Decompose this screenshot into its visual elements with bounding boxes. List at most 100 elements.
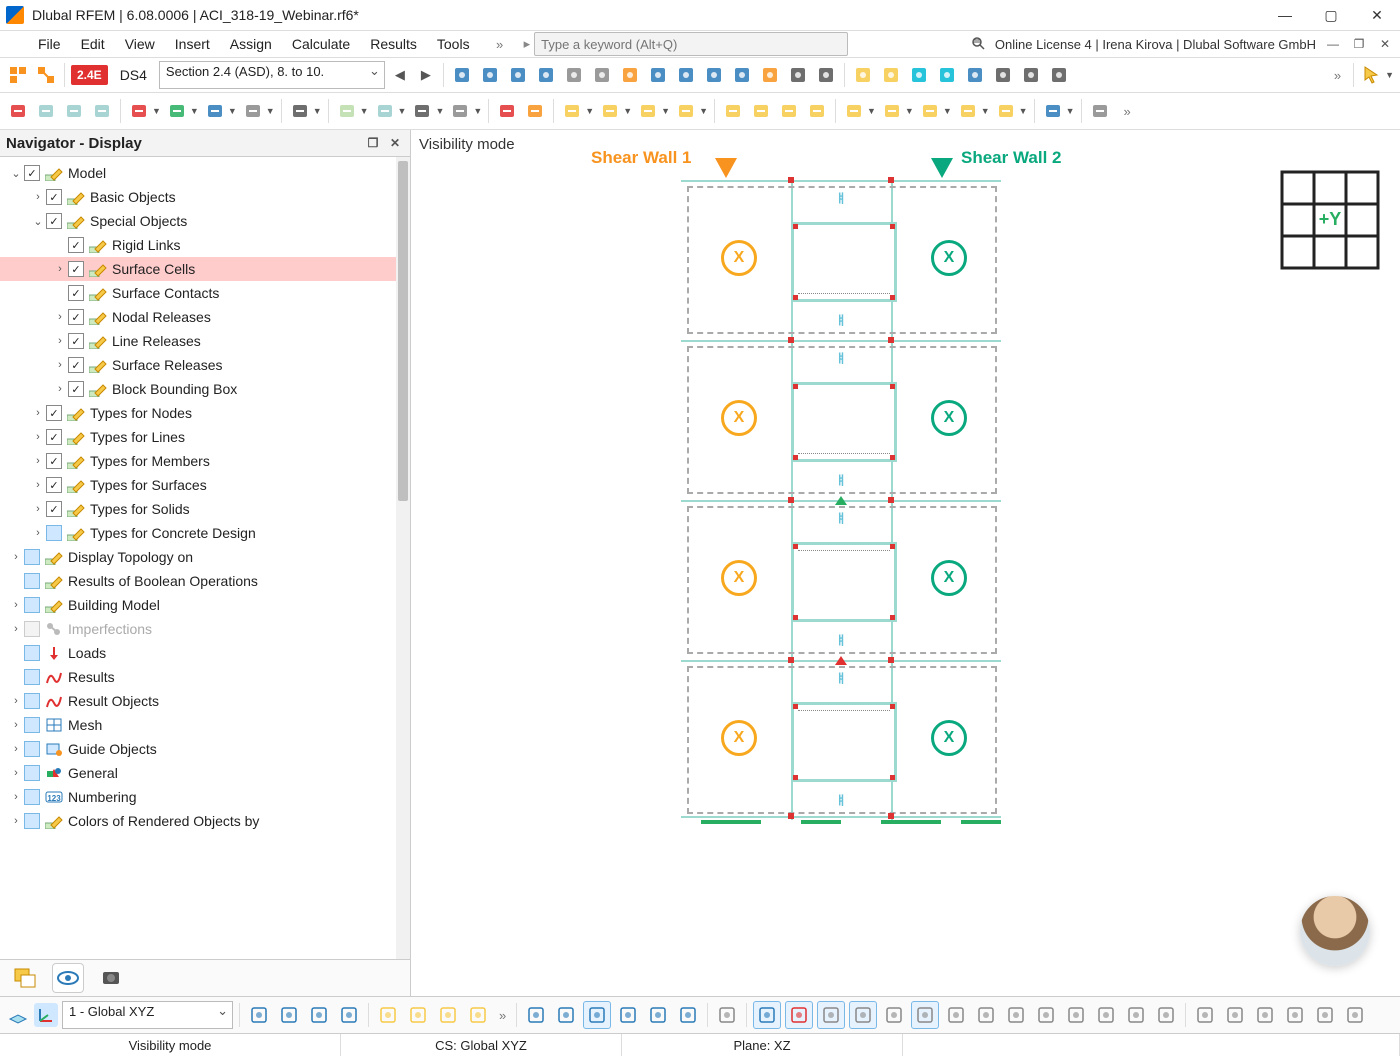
tb2-icon-2[interactable] [62, 99, 86, 123]
tb1-icon-1[interactable] [478, 63, 502, 87]
tree-checkbox[interactable] [24, 765, 40, 781]
tb1-icon-16[interactable] [879, 63, 903, 87]
tree-twisty[interactable]: › [52, 359, 68, 371]
tree-checkbox[interactable] [68, 333, 84, 349]
close-button[interactable]: ✕ [1354, 0, 1400, 30]
tb-new-icon[interactable] [6, 63, 30, 87]
tb2-dd-8[interactable]: ▼ [266, 106, 275, 116]
tb2-dd-30[interactable]: ▼ [867, 106, 876, 116]
tree-row-mesh[interactable]: ›Mesh [0, 713, 410, 737]
app-menu-icon[interactable] [6, 36, 22, 52]
tree-twisty[interactable]: › [8, 815, 24, 827]
tb2-icon-26[interactable] [749, 99, 773, 123]
tb2-icon-14[interactable] [410, 99, 434, 123]
bb-workplane-icon[interactable] [6, 1003, 30, 1027]
bb-icon-40[interactable] [1342, 1002, 1368, 1028]
nav-tab-display-icon[interactable] [52, 963, 84, 993]
prev-button[interactable]: ◀ [389, 67, 411, 83]
bb-icon-36[interactable] [1222, 1002, 1248, 1028]
tree-row-result-objects[interactable]: ›Result Objects [0, 689, 410, 713]
tree-twisty[interactable]: › [8, 695, 24, 707]
tree-row-numbering[interactable]: ›123Numbering [0, 785, 410, 809]
tb1-icon-21[interactable] [1019, 63, 1043, 87]
tb2-icon-0[interactable] [6, 99, 30, 123]
tree-checkbox[interactable] [68, 261, 84, 277]
bb-icon-14[interactable] [615, 1002, 641, 1028]
tb1-icon-20[interactable] [991, 63, 1015, 87]
tree-twisty[interactable]: › [52, 263, 68, 275]
tree-checkbox[interactable] [68, 285, 84, 301]
tree-checkbox[interactable] [68, 237, 84, 253]
tree-checkbox[interactable] [24, 621, 40, 637]
tree-checkbox[interactable] [68, 309, 84, 325]
tree-row-types-for-concrete-design[interactable]: ›Types for Concrete Design [0, 521, 410, 545]
tree-row-types-for-lines[interactable]: ›Types for Lines [0, 425, 410, 449]
bb-icon-26[interactable] [943, 1002, 969, 1028]
tb2-icon-21[interactable] [598, 99, 622, 123]
tree-checkbox[interactable] [46, 525, 62, 541]
menu-results[interactable]: Results [360, 33, 427, 55]
bb-icon-13[interactable] [583, 1001, 611, 1029]
tb2-icon-36[interactable] [1041, 99, 1065, 123]
tree-checkbox[interactable] [24, 717, 40, 733]
menu-overflow[interactable]: » [480, 37, 520, 52]
tree-row-surface-cells[interactable]: ›Surface Cells [0, 257, 410, 281]
navigator-scrollbar[interactable] [396, 157, 410, 959]
tree-row-basic-objects[interactable]: ›Basic Objects [0, 185, 410, 209]
tree-checkbox[interactable] [24, 813, 40, 829]
tb1-icon-3[interactable] [534, 63, 558, 87]
tree-row-nodal-releases[interactable]: ›Nodal Releases [0, 305, 410, 329]
bb-icon-0[interactable] [246, 1002, 272, 1028]
tb2-icon-17[interactable] [495, 99, 519, 123]
tb1-icon-0[interactable] [450, 63, 474, 87]
doc-minimize-button[interactable]: — [1324, 35, 1342, 53]
tree-checkbox[interactable] [24, 789, 40, 805]
tree-twisty[interactable]: › [8, 599, 24, 611]
tree-twisty[interactable]: › [30, 479, 46, 491]
tree-checkbox[interactable] [24, 597, 40, 613]
tree-row-block-bounding-box[interactable]: ›Block Bounding Box [0, 377, 410, 401]
tb1-icon-12[interactable] [786, 63, 810, 87]
bb-icon-25[interactable] [911, 1001, 939, 1029]
tree-twisty[interactable]: › [52, 335, 68, 347]
bb-icon-31[interactable] [1093, 1002, 1119, 1028]
tree-row-colors-of-rendered-objects-by[interactable]: ›Colors of Rendered Objects by [0, 809, 410, 833]
tree-row-results-of-boolean-operations[interactable]: Results of Boolean Operations [0, 569, 410, 593]
menu-calculate[interactable]: Calculate [282, 33, 360, 55]
tree-checkbox[interactable] [68, 381, 84, 397]
tree-twisty[interactable]: › [30, 431, 46, 443]
tb2-dd-23[interactable]: ▼ [699, 106, 708, 116]
tree-twisty[interactable]: › [8, 767, 24, 779]
tb2-icon-38[interactable] [1088, 99, 1112, 123]
tb1-icon-4[interactable] [562, 63, 586, 87]
tb-cursor-dd[interactable]: ▼ [1385, 70, 1394, 80]
tb-open-icon[interactable] [34, 63, 58, 87]
model-viewport[interactable]: Visibility mode Shear Wall 1 Shear Wall … [411, 130, 1400, 996]
view-cube[interactable]: +Y [1280, 170, 1380, 273]
tree-twisty[interactable]: ⌄ [30, 215, 46, 228]
menu-file[interactable]: File [28, 33, 71, 55]
tb2-icon-34[interactable] [994, 99, 1018, 123]
tree-row-results[interactable]: Results [0, 665, 410, 689]
toolbar2-overflow[interactable]: » [1124, 104, 1131, 119]
tree-checkbox[interactable] [24, 645, 40, 661]
tb1-icon-15[interactable] [851, 63, 875, 87]
next-button[interactable]: ▶ [415, 67, 437, 83]
menu-assign[interactable]: Assign [220, 33, 282, 55]
tb2-icon-33[interactable] [956, 99, 980, 123]
navigator-close-button[interactable]: ✕ [386, 134, 404, 152]
tb2-dd-12[interactable]: ▼ [360, 106, 369, 116]
tb2-icon-23[interactable] [674, 99, 698, 123]
tb2-icon-12[interactable] [335, 99, 359, 123]
doc-close-button[interactable]: ✕ [1376, 35, 1394, 53]
bb-icon-30[interactable] [1063, 1002, 1089, 1028]
tree-twisty[interactable]: › [8, 623, 24, 635]
tb2-dd-5[interactable]: ▼ [152, 106, 161, 116]
tree-twisty[interactable]: ⌄ [8, 167, 24, 180]
bb-icon-28[interactable] [1003, 1002, 1029, 1028]
tree-twisty[interactable]: › [30, 407, 46, 419]
tb1-icon-11[interactable] [758, 63, 782, 87]
maximize-button[interactable]: ▢ [1308, 0, 1354, 30]
bb-icon-6[interactable] [405, 1002, 431, 1028]
menu-view[interactable]: View [115, 33, 165, 55]
